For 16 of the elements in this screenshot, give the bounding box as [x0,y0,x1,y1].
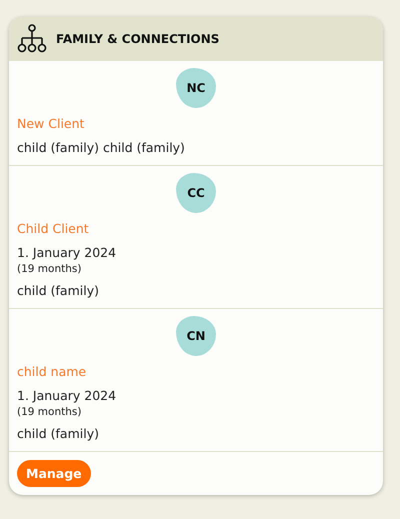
avatar: NC [176,68,216,108]
avatar: CN [176,316,216,356]
age-text: (19 months) [17,406,82,418]
birth-date: 1. January 2024 [17,388,118,403]
relation-text: child (family) child (family) [17,140,186,155]
age-text: (19 months) [17,263,82,275]
relation-text: child (family) [17,426,100,441]
avatar: CC [176,173,216,213]
manage-button[interactable]: Manage [17,460,91,487]
birth-date: 1. January 2024 [17,245,118,260]
card-title: FAMILY & CONNECTIONS [56,32,220,46]
connection-name[interactable]: New Client [17,116,375,131]
hierarchy-icon [17,24,47,54]
connection-name[interactable]: child name [17,364,375,379]
connection-name[interactable]: Child Client [17,221,375,236]
relation-text: child (family) [17,283,100,298]
